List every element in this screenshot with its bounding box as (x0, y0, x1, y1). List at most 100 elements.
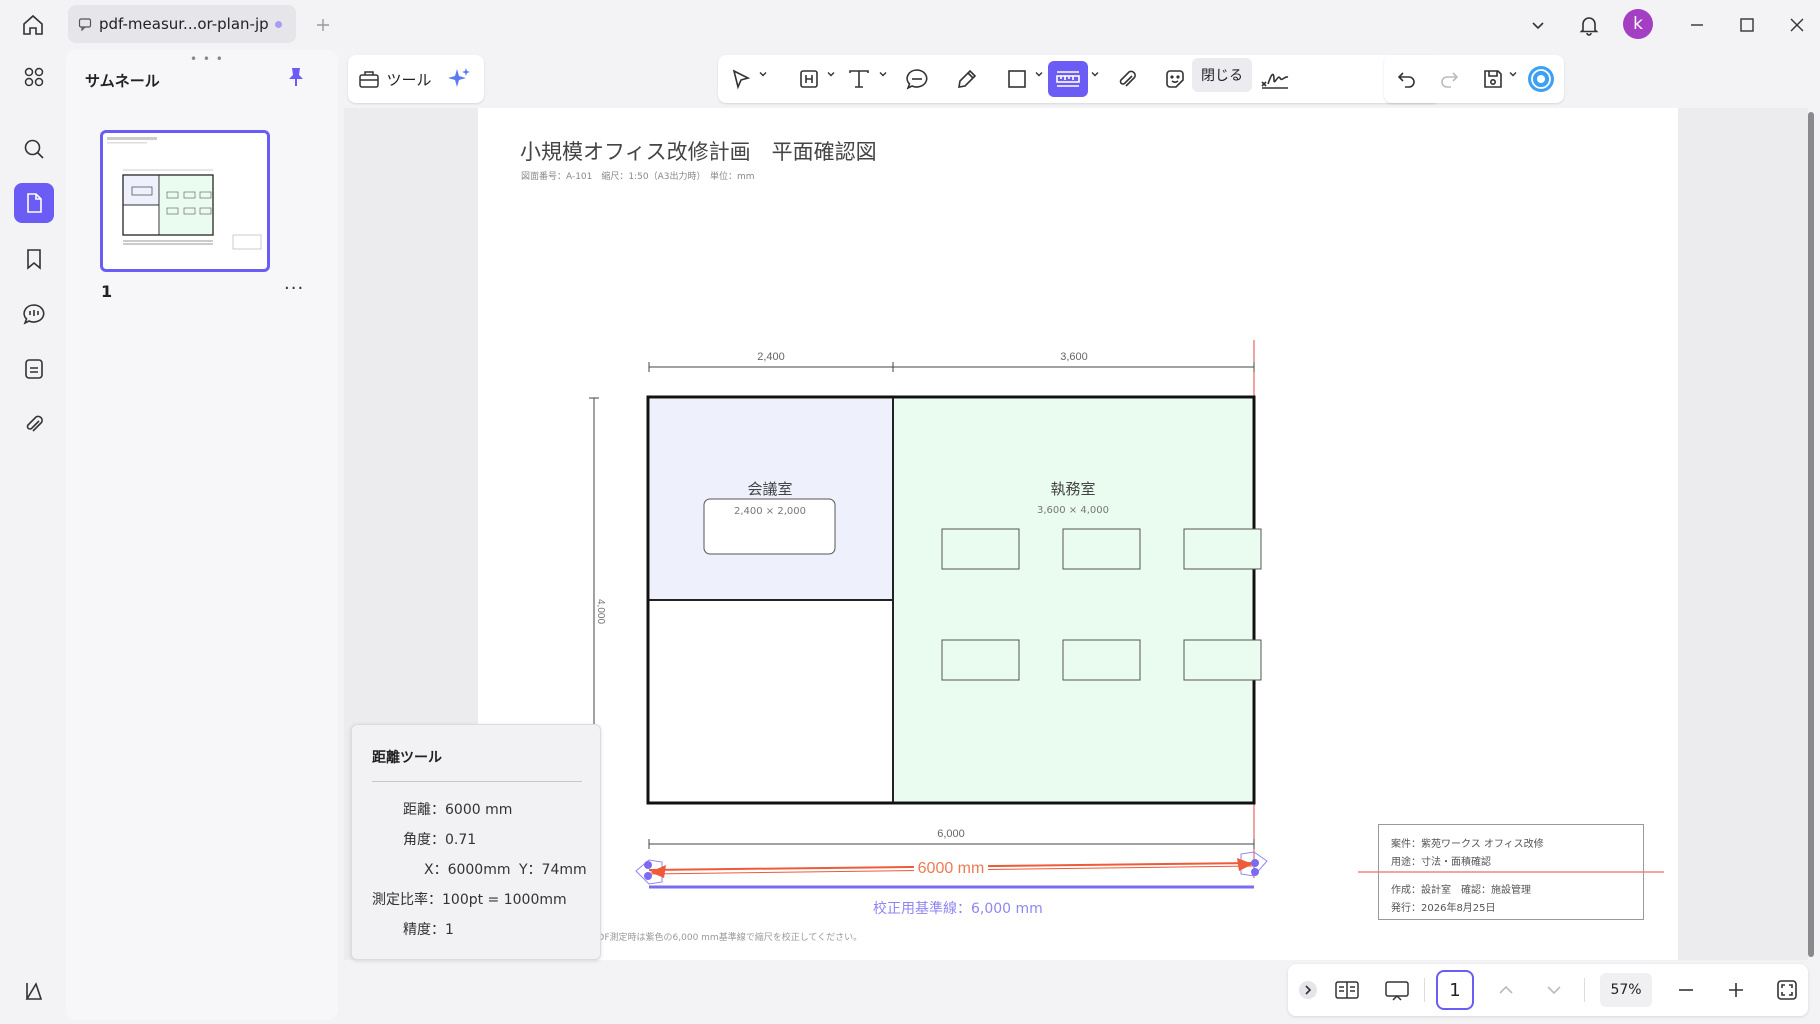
pin-icon (289, 68, 303, 86)
comment-tool-button[interactable] (902, 61, 932, 97)
new-tab-button[interactable] (310, 12, 336, 38)
desk (1183, 528, 1262, 570)
undo-button[interactable] (1392, 61, 1422, 97)
panel-grip[interactable]: • • • (190, 52, 224, 66)
office-room-name: 執務室 (1050, 480, 1095, 498)
chevron-down-icon[interactable] (1034, 69, 1044, 79)
zoom-in-button[interactable] (1722, 974, 1750, 1006)
shape-tool-button[interactable] (1002, 61, 1032, 97)
x-delta-value: X：6000mm (424, 862, 511, 878)
measure-handle-right[interactable] (1251, 859, 1259, 867)
rail-apps-button[interactable] (14, 57, 54, 97)
measure-handle-right-2[interactable] (1251, 868, 1259, 876)
dimension-left: 4,000 (595, 599, 606, 624)
presentation-button[interactable] (1380, 974, 1414, 1006)
measure-value: 6000 mm (918, 860, 985, 877)
pen-icon (958, 69, 977, 88)
thumbnail-panel: • • • サムネール 1 ··· (66, 50, 338, 1020)
sidebar-toggle-icon (25, 982, 43, 1000)
notifications-button[interactable] (1574, 10, 1604, 40)
page-number-input[interactable]: 1 (1436, 970, 1474, 1010)
rectangle-icon (1008, 70, 1026, 88)
calibration-baseline-label: 校正用基準線：6,000 mm (873, 901, 1043, 917)
sticker-tool-button[interactable] (1160, 61, 1190, 97)
pdf-page[interactable]: 小規模オフィス改修計画 平面確認図 図面番号：A-101 縮尺：1:50（A3出… (478, 108, 1678, 960)
zoom-out-button[interactable] (1672, 974, 1700, 1006)
close-window-button[interactable] (1782, 10, 1812, 40)
title-block-author: 作成：設計室 確認：施設管理 (1391, 885, 1531, 896)
chevron-down-icon (1532, 22, 1544, 30)
zoom-level[interactable]: 57% (1600, 973, 1652, 1007)
tools-button[interactable]: ツール (358, 61, 432, 97)
measure-handle-left-2[interactable] (644, 872, 652, 880)
rail-forms-button[interactable] (14, 349, 54, 389)
measure-handle-left[interactable] (644, 861, 652, 869)
rail-thumbnails-button[interactable] (14, 183, 54, 223)
avatar[interactable]: k (1623, 9, 1653, 39)
attach-tool-button[interactable] (1112, 61, 1142, 97)
rail-bookmarks-button[interactable] (14, 239, 54, 279)
signature-tool-button[interactable] (1258, 61, 1292, 97)
home-button[interactable] (18, 11, 48, 39)
document-tab[interactable]: pdf-measur...or-plan-jp (68, 5, 296, 43)
presentation-icon (1385, 981, 1409, 1001)
maximize-button[interactable] (1732, 10, 1762, 40)
chevron-down-icon (1547, 986, 1561, 995)
chevron-down-icon[interactable] (878, 69, 888, 79)
select-tool-button[interactable] (726, 61, 756, 97)
close-tools-button[interactable]: 閉じる (1192, 58, 1252, 92)
text-tool-button[interactable] (844, 61, 874, 97)
page-thumbnail[interactable] (100, 130, 270, 272)
chevron-down-icon[interactable] (758, 69, 768, 79)
rail-search-button[interactable] (14, 129, 54, 169)
ai-assistant-icon (1528, 66, 1554, 92)
next-page-button[interactable] (1540, 974, 1568, 1006)
tab-title: pdf-measur...or-plan-jp (99, 15, 269, 33)
thumbnail-more-button[interactable]: ··· (284, 278, 304, 299)
tabs-dropdown-button[interactable] (1523, 10, 1553, 40)
rail-attachments-button[interactable] (14, 404, 54, 444)
comment-icon (906, 69, 928, 90)
tools-label: ツール (386, 70, 432, 89)
plus-icon (317, 19, 329, 31)
expand-bottom-bar-button[interactable] (1294, 974, 1322, 1006)
paperclip-icon (26, 415, 43, 432)
rail-comments-button[interactable] (14, 294, 54, 334)
desk (1062, 528, 1141, 570)
thumbnail-panel-title: サムネール (85, 72, 160, 90)
toolbar: ツール 閉じる (344, 50, 1820, 108)
redo-icon (1441, 72, 1459, 88)
paperclip-icon (1119, 70, 1136, 87)
pin-button[interactable] (286, 66, 306, 88)
sticker-icon (1166, 70, 1184, 88)
text-icon (849, 70, 869, 88)
title-block-purpose: 用途：寸法・面積確認 (1391, 857, 1491, 868)
page-layout-button[interactable] (1330, 974, 1364, 1006)
save-button[interactable] (1478, 61, 1508, 97)
thumbnail-page-number: 1 (101, 282, 113, 301)
previous-page-button[interactable] (1492, 974, 1520, 1006)
desk (941, 528, 1020, 570)
office-room-size: 3,600 × 4,000 (1037, 505, 1109, 516)
cursor-icon (732, 69, 751, 90)
panel-toggle-button[interactable] (18, 975, 50, 1007)
highlight-tool-button[interactable] (794, 61, 824, 97)
ai-assistant-button[interactable] (442, 61, 476, 97)
vertical-scrollbar[interactable] (1808, 112, 1814, 957)
fit-page-button[interactable] (1772, 974, 1802, 1006)
chevron-down-icon[interactable] (1508, 69, 1518, 79)
highlight-icon (800, 70, 818, 88)
redo-button[interactable] (1434, 61, 1464, 97)
angle-value: 角度：0.71 (403, 832, 477, 848)
comment-icon (23, 304, 45, 325)
pen-tool-button[interactable] (952, 61, 982, 97)
tools-group: ツール (348, 55, 484, 103)
ai-chat-button[interactable] (1524, 61, 1558, 97)
minimize-button[interactable] (1682, 10, 1712, 40)
desk (1062, 639, 1141, 681)
chevron-down-icon[interactable] (1090, 69, 1100, 79)
title-block-project: 案件：紫苑ワークス オフィス改修 (1391, 839, 1544, 850)
toolbox-icon (359, 71, 380, 88)
measure-tool-button[interactable] (1048, 61, 1088, 97)
chevron-down-icon[interactable] (826, 69, 836, 79)
